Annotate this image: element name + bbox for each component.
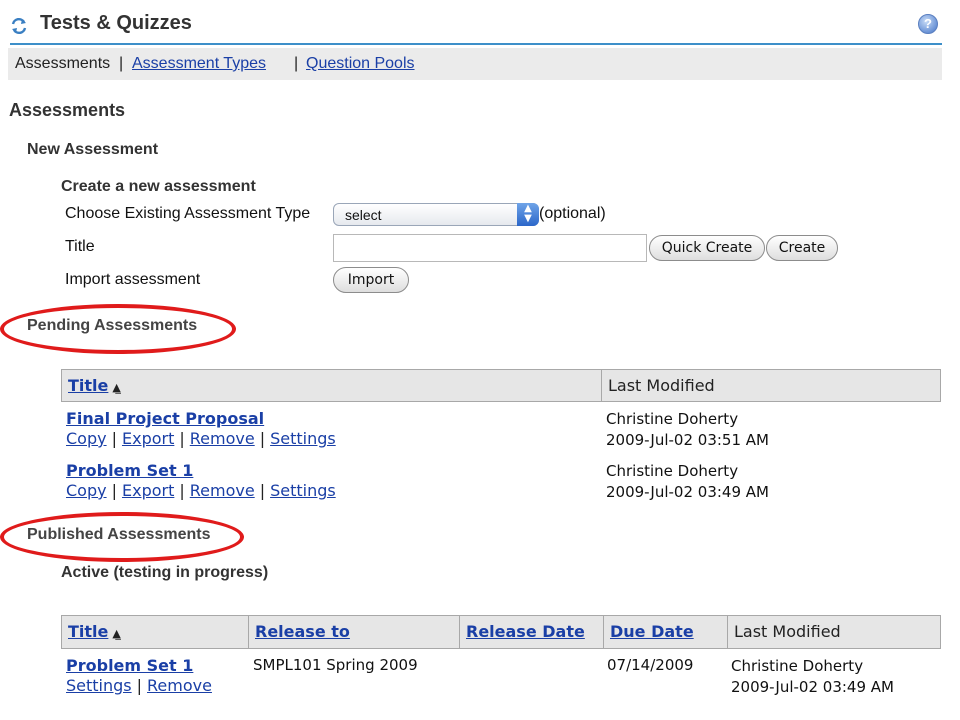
- copy-link[interactable]: Copy: [66, 481, 107, 500]
- due-date-cell: 07/14/2009: [607, 656, 694, 674]
- page-title: Assessments: [9, 100, 126, 120]
- modified-at: 2009-Jul-02 03:49 AM: [606, 483, 769, 501]
- list-item: Problem Set 1 Copy | Export | Remove | Setting…: [66, 461, 336, 500]
- remove-link[interactable]: Remove: [190, 429, 255, 448]
- last-modified-cell: Christine Doherty 2009-Jul-02 03:49 AM: [606, 461, 769, 503]
- remove-link[interactable]: Remove: [190, 481, 255, 500]
- optional-label: (optional): [539, 205, 606, 222]
- export-link[interactable]: Export: [122, 429, 174, 448]
- sort-by-release-date-link[interactable]: Release Date: [466, 622, 585, 641]
- modified-at: 2009-Jul-02 03:51 AM: [606, 431, 769, 449]
- assessment-title-link[interactable]: Final Project Proposal: [66, 409, 336, 428]
- nav-separator: |: [119, 55, 124, 72]
- nav-link-question-pools[interactable]: Question Pools: [306, 55, 415, 73]
- title-label: Title: [65, 238, 95, 255]
- column-header-release-date[interactable]: Release Date: [459, 616, 603, 648]
- assessment-type-select[interactable]: select ▲ ▼: [333, 203, 539, 226]
- modified-by: Christine Doherty: [606, 462, 739, 480]
- sort-ascending-icon[interactable]: ▲̲: [112, 381, 120, 394]
- column-header-title[interactable]: Title ▲̲: [62, 616, 248, 648]
- import-assessment-label: Import assessment: [65, 271, 201, 288]
- updown-arrows-icon: ▲ ▼: [517, 203, 539, 226]
- published-assessments-heading: Published Assessments: [27, 526, 211, 543]
- column-header-last-modified: Last Modified: [727, 616, 941, 648]
- modified-by: Christine Doherty: [606, 410, 739, 428]
- nav-link-assessment-types[interactable]: Assessment Types: [132, 55, 266, 73]
- pending-table-header: Title ▲̲ Last Modified: [61, 369, 941, 402]
- import-button[interactable]: Import: [333, 267, 409, 293]
- quick-create-button[interactable]: Quick Create: [649, 235, 765, 261]
- title-divider: [10, 43, 942, 45]
- assessment-title-link[interactable]: Problem Set 1: [66, 461, 336, 480]
- remove-link[interactable]: Remove: [147, 676, 212, 695]
- sort-by-release-to-link[interactable]: Release to: [255, 622, 350, 641]
- active-assessments-heading: Active (testing in progress): [61, 564, 269, 581]
- modified-at: 2009-Jul-02 03:49 AM: [731, 678, 894, 696]
- nav-separator: |: [294, 55, 299, 72]
- refresh-icon[interactable]: [10, 17, 28, 35]
- settings-link[interactable]: Settings: [270, 481, 336, 500]
- settings-link[interactable]: Settings: [270, 429, 336, 448]
- assessment-actions: Settings | Remove: [66, 676, 212, 695]
- last-modified-cell: Christine Doherty 2009-Jul-02 03:51 AM: [606, 409, 769, 451]
- modified-by: Christine Doherty: [731, 657, 864, 675]
- column-header-title[interactable]: Title ▲̲: [62, 370, 601, 401]
- assessment-title-link[interactable]: Problem Set 1: [66, 656, 212, 675]
- tool-nav-bar: Assessments | Assessment Types | Questio…: [8, 48, 942, 80]
- published-table-header: Title ▲̲ Release to Release Date Due Date…: [61, 615, 941, 649]
- last-modified-cell: Christine Doherty 2009-Jul-02 03:49 AM: [731, 656, 894, 698]
- tool-title: Tests & Quizzes: [40, 12, 192, 34]
- assessment-actions: Copy | Export | Remove | Settings: [66, 429, 336, 448]
- column-header-release-to[interactable]: Release to: [248, 616, 459, 648]
- column-header-last-modified: Last Modified: [601, 370, 941, 401]
- export-link[interactable]: Export: [122, 481, 174, 500]
- table-row: Problem Set 1 Settings | Remove: [66, 656, 212, 695]
- settings-link[interactable]: Settings: [66, 676, 132, 695]
- nav-current-assessments: Assessments: [15, 55, 111, 72]
- create-assessment-heading: Create a new assessment: [61, 178, 256, 195]
- pending-assessments-heading: Pending Assessments: [27, 317, 198, 334]
- new-assessment-heading: New Assessment: [27, 141, 159, 158]
- list-item: Final Project Proposal Copy | Export | Remov…: [66, 409, 336, 448]
- assessment-type-label: Choose Existing Assessment Type: [65, 205, 311, 222]
- sort-ascending-icon[interactable]: ▲̲: [112, 627, 120, 640]
- copy-link[interactable]: Copy: [66, 429, 107, 448]
- sort-by-title-link[interactable]: Title: [68, 622, 108, 641]
- sort-by-title-link[interactable]: Title: [68, 376, 108, 395]
- help-icon[interactable]: ?: [918, 14, 938, 34]
- release-to-cell: SMPL101 Spring 2009: [253, 656, 418, 674]
- assessment-type-select-value: select: [345, 207, 382, 223]
- column-header-due-date[interactable]: Due Date: [603, 616, 727, 648]
- title-input[interactable]: [333, 234, 647, 262]
- assessment-actions: Copy | Export | Remove | Settings: [66, 481, 336, 500]
- create-button[interactable]: Create: [766, 235, 838, 261]
- sort-by-due-date-link[interactable]: Due Date: [610, 622, 694, 641]
